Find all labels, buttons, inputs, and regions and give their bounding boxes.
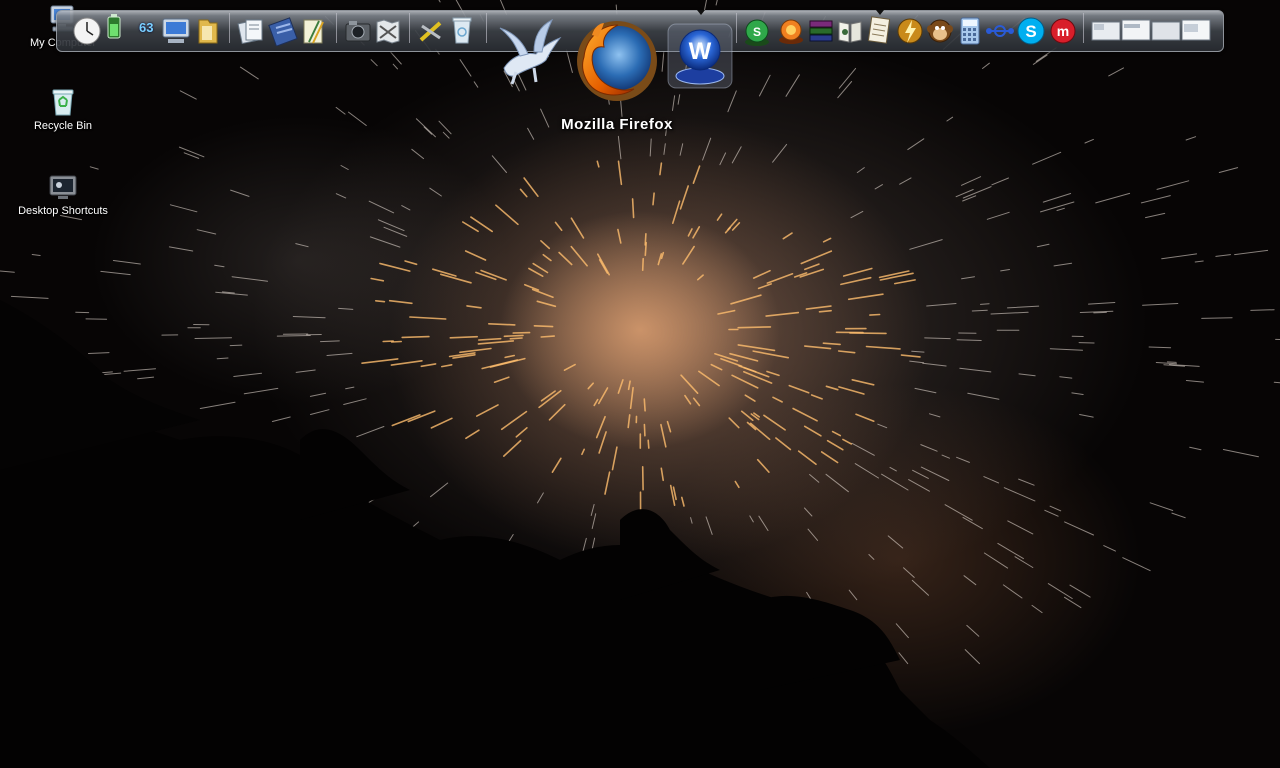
webroot-icon[interactable]: W bbox=[666, 22, 734, 90]
desktop-icon-label: Desktop Shortcuts bbox=[18, 205, 108, 217]
svg-text:S: S bbox=[753, 25, 761, 39]
dock-separator bbox=[486, 13, 487, 43]
dock-separator bbox=[409, 13, 410, 43]
clock-icon[interactable] bbox=[72, 16, 102, 46]
dock-separator bbox=[336, 13, 337, 43]
svg-text:m: m bbox=[1057, 23, 1069, 39]
monkey-icon[interactable] bbox=[926, 16, 954, 46]
active-indicator bbox=[876, 10, 884, 15]
dock-separator bbox=[229, 13, 230, 43]
windows-preview-icon[interactable] bbox=[1090, 16, 1214, 46]
svg-text:S: S bbox=[1025, 22, 1036, 41]
notebook-icon[interactable] bbox=[268, 16, 298, 46]
trash-icon[interactable] bbox=[450, 14, 474, 46]
files-icon[interactable] bbox=[236, 16, 266, 46]
bolt-icon[interactable] bbox=[896, 16, 924, 46]
book-icon[interactable] bbox=[836, 16, 864, 46]
network-icon[interactable] bbox=[984, 16, 1016, 46]
calculator-icon[interactable] bbox=[958, 16, 982, 46]
tools-icon[interactable] bbox=[416, 16, 446, 46]
battery-icon[interactable] bbox=[106, 14, 122, 40]
green-app-icon[interactable]: S bbox=[742, 16, 772, 48]
orange-app-icon[interactable] bbox=[776, 16, 806, 46]
monitor-icon[interactable] bbox=[160, 16, 192, 46]
desktop-icon-recycle-bin[interactable]: Recycle Bin bbox=[13, 86, 113, 132]
m-icon[interactable]: m bbox=[1048, 16, 1078, 46]
desktop-shortcuts-icon bbox=[49, 175, 77, 199]
notes-icon[interactable] bbox=[866, 14, 894, 46]
dock-separator bbox=[1083, 13, 1084, 43]
active-indicator bbox=[697, 10, 705, 15]
desktop-icon-desktop-shortcuts[interactable]: Desktop Shortcuts bbox=[13, 171, 113, 217]
firefox-icon[interactable] bbox=[572, 17, 662, 107]
pencils-icon[interactable] bbox=[300, 16, 328, 46]
recycle-bin-icon bbox=[52, 89, 74, 116]
desktop-icon-label: Recycle Bin bbox=[33, 120, 93, 132]
winrar-icon[interactable] bbox=[806, 16, 836, 46]
pegasus-icon[interactable] bbox=[494, 16, 570, 88]
counter-icon[interactable]: 63 bbox=[139, 20, 153, 35]
map-icon[interactable] bbox=[374, 16, 402, 46]
camera-icon[interactable] bbox=[343, 16, 373, 46]
dock-hover-label: Mozilla Firefox bbox=[561, 116, 673, 133]
folder-icon[interactable] bbox=[196, 16, 220, 46]
svg-text:W: W bbox=[689, 38, 712, 65]
skype-icon[interactable]: S bbox=[1016, 16, 1046, 46]
dock-separator bbox=[736, 13, 737, 43]
